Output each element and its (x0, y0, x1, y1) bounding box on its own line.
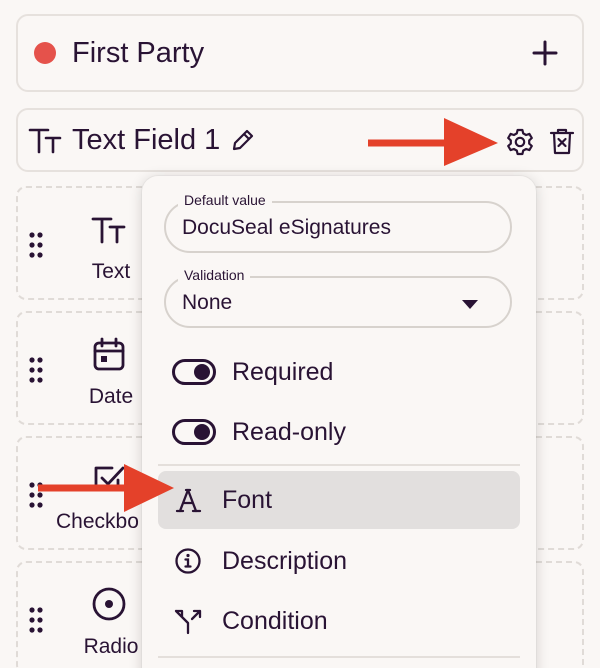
annotation-arrow-font (38, 464, 174, 512)
menu-item-condition[interactable]: Condition (158, 592, 520, 650)
drag-handle-icon[interactable] (28, 607, 44, 633)
validation-legend: Validation (178, 267, 251, 283)
party-selector[interactable]: First Party (16, 14, 584, 92)
party-color-dot (34, 42, 56, 64)
menu-divider (158, 464, 520, 466)
menu-item-description[interactable]: Description (158, 532, 520, 590)
validation-select[interactable]: Validation None (164, 267, 512, 328)
menu-item-label: Condition (222, 606, 328, 635)
trash-icon[interactable] (548, 126, 576, 156)
field-name[interactable]: Text Field 1 (72, 124, 220, 157)
menu-item-label: Description (222, 546, 348, 575)
read-only-toggle[interactable] (172, 419, 216, 445)
menu-item-label: Font (222, 485, 273, 514)
gear-icon[interactable] (505, 127, 535, 157)
radio-icon (92, 587, 126, 621)
pencil-icon[interactable] (230, 127, 256, 153)
party-name: First Party (72, 36, 205, 69)
annotation-arrow-gear (368, 118, 498, 166)
default-value-field[interactable]: Default value DocuSeal eSignatures (164, 192, 512, 253)
field-settings-panel: First Party Text Field 1 Text Date Check… (0, 0, 600, 668)
text-type-icon (91, 217, 126, 244)
validation-value: None (182, 291, 233, 314)
read-only-toggle-row[interactable]: Read-only (172, 414, 346, 450)
required-toggle[interactable] (172, 359, 216, 385)
drag-handle-icon[interactable] (28, 357, 44, 383)
font-icon (175, 488, 202, 513)
caret-down-icon (462, 300, 478, 309)
condition-icon (174, 609, 202, 635)
default-value-input[interactable]: DocuSeal eSignatures (182, 216, 391, 240)
info-icon (175, 548, 201, 574)
default-value-legend: Default value (178, 192, 272, 208)
field-settings-dropdown: Default value DocuSeal eSignatures Valid… (142, 176, 536, 668)
drag-handle-icon[interactable] (28, 232, 44, 258)
required-label: Required (232, 357, 334, 386)
calendar-icon (93, 337, 125, 371)
read-only-label: Read-only (232, 417, 346, 446)
plus-icon[interactable] (530, 38, 560, 68)
toggle-knob (194, 364, 210, 380)
text-type-icon (28, 128, 62, 154)
menu-divider (158, 656, 520, 658)
menu-item-font[interactable]: Font (158, 471, 520, 529)
toggle-knob (194, 424, 210, 440)
required-toggle-row[interactable]: Required (172, 354, 333, 390)
